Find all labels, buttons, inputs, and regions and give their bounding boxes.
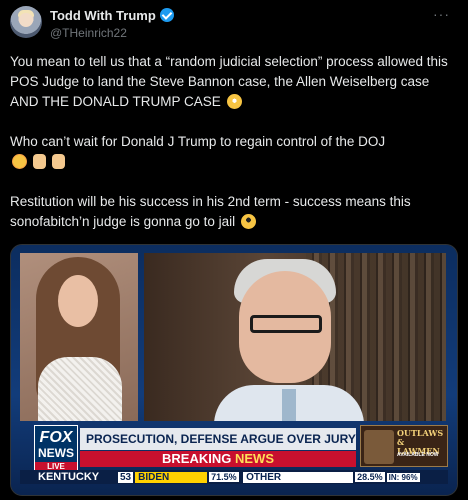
judge-photo-panel <box>144 253 446 421</box>
author-names: Todd With Trump @THeinrich22 <box>50 7 174 40</box>
news-chyron: FOX NEWS LIVE PROSECUTION, DEFENSE ARGUE… <box>20 425 448 491</box>
news-word: NEWS <box>234 451 274 466</box>
election-ticker: KENTUCKY 53 BIDEN 71.5% OTHER 28.5% IN: … <box>20 470 448 484</box>
fox-logo-fox: FOX <box>39 429 73 446</box>
ticker-number: 53 <box>118 471 134 483</box>
anchor-top <box>38 357 122 421</box>
ticker-reporting: IN: 96% <box>386 472 420 482</box>
more-options-icon[interactable]: ··· <box>433 6 450 22</box>
display-name-row: Todd With Trump <box>50 7 174 23</box>
tweet-paragraph-2: Who can’t wait for Donald J Trump to reg… <box>10 132 450 172</box>
chyron-headline: PROSECUTION, DEFENSE ARGUE OVER JURY INS… <box>80 428 356 450</box>
ticker-other: OTHER <box>243 471 354 483</box>
avatar-face <box>19 13 33 27</box>
tweet-card: Todd With Trump @THeinrich22 ··· You mea… <box>0 0 468 500</box>
author-handle[interactable]: @THeinrich22 <box>50 26 174 40</box>
breaking-word: BREAKING <box>162 451 232 466</box>
judge-tie <box>282 389 296 421</box>
tweet-paragraph-2-text: Who can’t wait for Donald J Trump to reg… <box>10 134 386 149</box>
tweet-header: Todd With Trump @THeinrich22 ··· <box>10 6 458 46</box>
ticker-state: KENTUCKY <box>38 471 100 483</box>
ticker-candidate-pct: 71.5% <box>209 472 240 482</box>
sunglasses-face-icon <box>240 214 256 229</box>
facepalm-icon <box>51 154 65 169</box>
promo-thumbnail <box>364 430 394 464</box>
tweet-paragraph-3-text: Restitution will be his success in his 2… <box>10 194 411 229</box>
facepalm-icon <box>32 154 46 169</box>
tweet-paragraph-3: Restitution will be his success in his 2… <box>10 192 450 232</box>
breaking-news-banner: BREAKING NEWS <box>80 451 356 467</box>
show-promo: OUTLAWS & LAWMEN AVAILABLE NOW <box>360 425 448 467</box>
flushed-face-icon <box>12 154 27 169</box>
tweet-media-image[interactable]: FOX NEWS LIVE PROSECUTION, DEFENSE ARGUE… <box>10 244 458 496</box>
display-name[interactable]: Todd With Trump <box>50 8 156 23</box>
tweet-text: You mean to tell us that a “random judic… <box>10 52 450 252</box>
face-screaming-icon <box>226 94 242 109</box>
tweet-paragraph-1: You mean to tell us that a “random judic… <box>10 52 450 112</box>
fox-logo-news: NEWS <box>38 446 74 460</box>
promo-availability: AVAILABLE NOW <box>397 452 439 458</box>
judge-glasses <box>250 315 322 333</box>
fox-news-logo: FOX NEWS LIVE <box>34 425 78 473</box>
verified-badge-icon[interactable] <box>159 8 174 22</box>
anchor-face <box>58 275 98 327</box>
anchor-video-panel <box>20 253 138 421</box>
ticker-other-pct: 28.5% <box>355 472 385 482</box>
ticker-candidate: BIDEN <box>135 471 208 483</box>
avatar[interactable] <box>10 6 42 38</box>
